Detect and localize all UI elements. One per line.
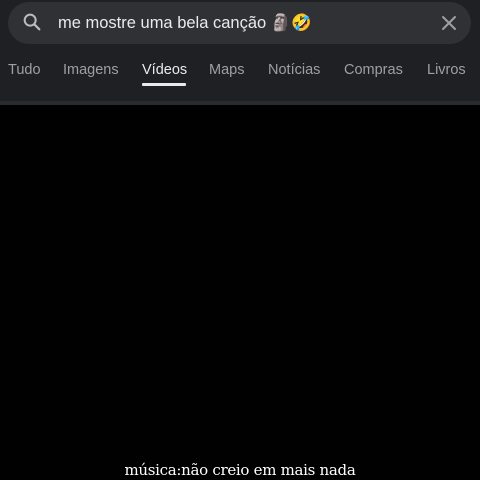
tab-maps[interactable]: Maps [209, 62, 244, 78]
search-bar[interactable]: me mostre uma bela canção 🗿🤣 [8, 2, 471, 44]
video-caption: música:não creio em mais nada [124, 461, 356, 479]
tab-livros[interactable]: Livros [427, 62, 466, 78]
search-input[interactable]: me mostre uma bela canção 🗿🤣 [58, 13, 418, 33]
tab-compras[interactable]: Compras [344, 62, 403, 78]
tab-noticias[interactable]: Notícias [268, 62, 320, 78]
search-icon[interactable] [21, 11, 43, 33]
tab-tudo[interactable]: Tudo [8, 62, 41, 78]
screen: me mostre uma bela canção 🗿🤣 Tudo Imagen… [0, 0, 480, 480]
tab-imagens[interactable]: Imagens [63, 62, 119, 78]
search-tabs: Tudo Imagens Vídeos Maps Notícias Compra… [0, 56, 480, 88]
close-icon[interactable] [439, 13, 459, 33]
tab-videos[interactable]: Vídeos [142, 62, 187, 78]
active-tab-indicator [142, 83, 186, 86]
search-header: me mostre uma bela canção 🗿🤣 Tudo Imagen… [0, 0, 480, 105]
header-divider [0, 101, 480, 105]
